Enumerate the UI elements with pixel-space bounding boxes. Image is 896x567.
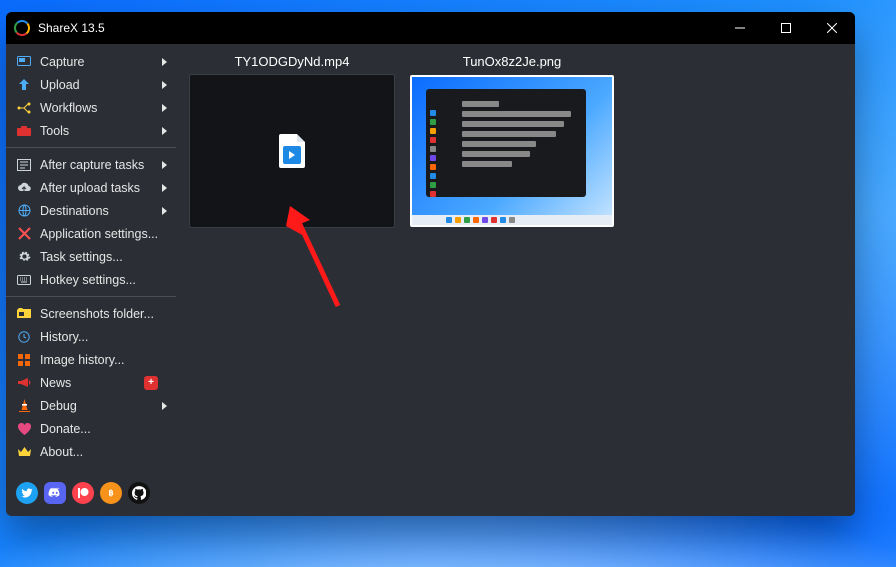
sidebar-item-screenshots-folder[interactable]: Screenshots folder...: [6, 302, 176, 325]
sidebar: Capture Upload Workflows Tools After capture…: [6, 44, 176, 516]
svg-text:฿: ฿: [108, 489, 113, 498]
submenu-caret-icon: [162, 58, 168, 66]
sidebar-item-label: After upload tasks: [40, 181, 158, 195]
sidebar-item-label: History...: [40, 330, 168, 344]
sidebar-item-history[interactable]: History...: [6, 325, 176, 348]
sidebar-item-label: Capture: [40, 55, 158, 69]
discord-icon[interactable]: [44, 482, 66, 504]
task-thumbnail[interactable]: TunOx8z2Je.png: [410, 54, 614, 227]
sidebar-item-app-settings[interactable]: Application settings...: [6, 222, 176, 245]
sidebar-item-label: Application settings...: [40, 227, 168, 241]
submenu-caret-icon: [162, 207, 168, 215]
sidebar-item-workflows[interactable]: Workflows: [6, 96, 176, 119]
sidebar-item-label: Debug: [40, 399, 158, 413]
sidebar-item-hotkeys[interactable]: Hotkey settings...: [6, 268, 176, 291]
sidebar-item-tools[interactable]: Tools: [6, 119, 176, 142]
bitcoin-icon[interactable]: ฿: [100, 482, 122, 504]
sidebar-item-label: Donate...: [40, 422, 168, 436]
toolbox-icon: [16, 123, 32, 139]
sidebar-item-after-upload[interactable]: After upload tasks: [6, 176, 176, 199]
sidebar-item-about[interactable]: About...: [6, 440, 176, 463]
sidebar-item-label: News: [40, 376, 144, 390]
patreon-icon[interactable]: [72, 482, 94, 504]
thumbnail-screenshot[interactable]: [410, 75, 614, 227]
sidebar-item-debug[interactable]: Debug: [6, 394, 176, 417]
list-check-icon: [16, 157, 32, 173]
submenu-caret-icon: [162, 104, 168, 112]
submenu-caret-icon: [162, 184, 168, 192]
keyboard-icon: [16, 272, 32, 288]
gear-icon: [16, 249, 32, 265]
screen-select-icon: [16, 54, 32, 70]
submenu-caret-icon: [162, 127, 168, 135]
sidebar-item-label: Task settings...: [40, 250, 168, 264]
sidebar-item-capture[interactable]: Capture: [6, 50, 176, 73]
github-icon[interactable]: [128, 482, 150, 504]
submenu-caret-icon: [162, 81, 168, 89]
sidebar-item-image-history[interactable]: Image history...: [6, 348, 176, 371]
twitter-icon[interactable]: [16, 482, 38, 504]
titlebar[interactable]: ShareX 13.5: [6, 12, 855, 44]
sidebar-item-destinations[interactable]: Destinations: [6, 199, 176, 222]
submenu-caret-icon: [162, 402, 168, 410]
grid-icon: [16, 352, 32, 368]
sidebar-item-news[interactable]: News+: [6, 371, 176, 394]
sidebar-item-label: Image history...: [40, 353, 168, 367]
file-name-label: TunOx8z2Je.png: [463, 54, 562, 69]
crossed-tools-icon: [16, 226, 32, 242]
window-minimize-button[interactable]: [717, 12, 763, 44]
menu-separator: [6, 296, 176, 297]
sidebar-item-label: Workflows: [40, 101, 158, 115]
cloud-up-icon: [16, 180, 32, 196]
task-list[interactable]: TY1ODGDyNd.mp4 TunOx8z2Je.png: [176, 44, 855, 516]
megaphone-icon: [16, 375, 32, 391]
sharex-logo-icon: [14, 20, 30, 36]
upload-arrow-icon: [16, 77, 32, 93]
window-title: ShareX 13.5: [38, 21, 105, 35]
window-close-button[interactable]: [809, 12, 855, 44]
sidebar-item-label: Hotkey settings...: [40, 273, 168, 287]
traffic-cone-icon: [16, 398, 32, 414]
clock-icon: [16, 329, 32, 345]
video-file-icon: [279, 134, 305, 168]
submenu-caret-icon: [162, 161, 168, 169]
sidebar-item-label: About...: [40, 445, 168, 459]
sidebar-item-upload[interactable]: Upload: [6, 73, 176, 96]
sidebar-item-label: After capture tasks: [40, 158, 158, 172]
screenshot-preview: [412, 77, 612, 225]
sidebar-item-label: Screenshots folder...: [40, 307, 168, 321]
news-badge: +: [144, 376, 158, 390]
branch-icon: [16, 100, 32, 116]
social-links-row: ฿: [6, 472, 176, 516]
sidebar-item-task-settings[interactable]: Task settings...: [6, 245, 176, 268]
heart-icon: [16, 421, 32, 437]
file-name-label: TY1ODGDyNd.mp4: [235, 54, 350, 69]
crown-icon: [16, 444, 32, 460]
menu-separator: [6, 147, 176, 148]
sidebar-item-after-capture[interactable]: After capture tasks: [6, 153, 176, 176]
sidebar-item-label: Tools: [40, 124, 158, 138]
sidebar-item-donate[interactable]: Donate...: [6, 417, 176, 440]
task-thumbnail[interactable]: TY1ODGDyNd.mp4: [190, 54, 394, 227]
thumbnail-video[interactable]: [190, 75, 394, 227]
sidebar-item-label: Upload: [40, 78, 158, 92]
folder-image-icon: [16, 306, 32, 322]
sharex-window: ShareX 13.5 Capture Upload Workflows Tools A…: [6, 12, 855, 516]
sidebar-item-label: Destinations: [40, 204, 158, 218]
window-maximize-button[interactable]: [763, 12, 809, 44]
globe-pin-icon: [16, 203, 32, 219]
